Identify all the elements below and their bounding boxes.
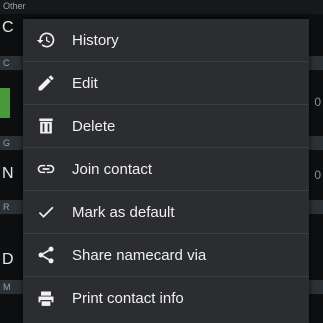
check-icon [35,201,57,223]
background-row-initial: D [2,251,14,268]
menu-item-label: History [72,31,119,49]
background-photo-thumb [0,88,10,118]
options-menu: History Edit Delete Join contact Mark as… [23,19,309,323]
menu-item-mark-as-default[interactable]: Mark as default [23,191,309,234]
menu-item-label: Print contact info [72,290,184,307]
link-icon [35,158,57,180]
menu-item-label: Delete [72,117,116,135]
menu-item-print-contact[interactable]: Print contact info [23,277,309,320]
background-right-mark: 0 [314,95,321,109]
share-icon [35,244,57,266]
menu-item-label: Share namecard via [72,246,207,264]
background-row-initial: N [2,165,14,182]
section-header-other: Other [0,0,323,14]
menu-item-label: Edit [72,74,98,92]
contact-detail-screen: Other C C G N R D M 0 0 History Edit Del… [0,0,323,323]
menu-item-join-contact[interactable]: Join contact [23,148,309,191]
menu-item-share-namecard[interactable]: Share namecard via [23,234,309,277]
menu-item-history[interactable]: History [23,19,309,62]
menu-item-edit[interactable]: Edit [23,62,309,105]
menu-item-label: Join contact [72,160,153,178]
delete-icon [35,115,57,137]
print-icon [35,288,57,310]
background-right-mark: 0 [314,168,321,182]
menu-item-delete[interactable]: Delete [23,105,309,148]
menu-item-label: Mark as default [72,203,175,221]
history-icon [35,29,57,51]
edit-icon [35,72,57,94]
background-row-initial: C [2,19,14,36]
